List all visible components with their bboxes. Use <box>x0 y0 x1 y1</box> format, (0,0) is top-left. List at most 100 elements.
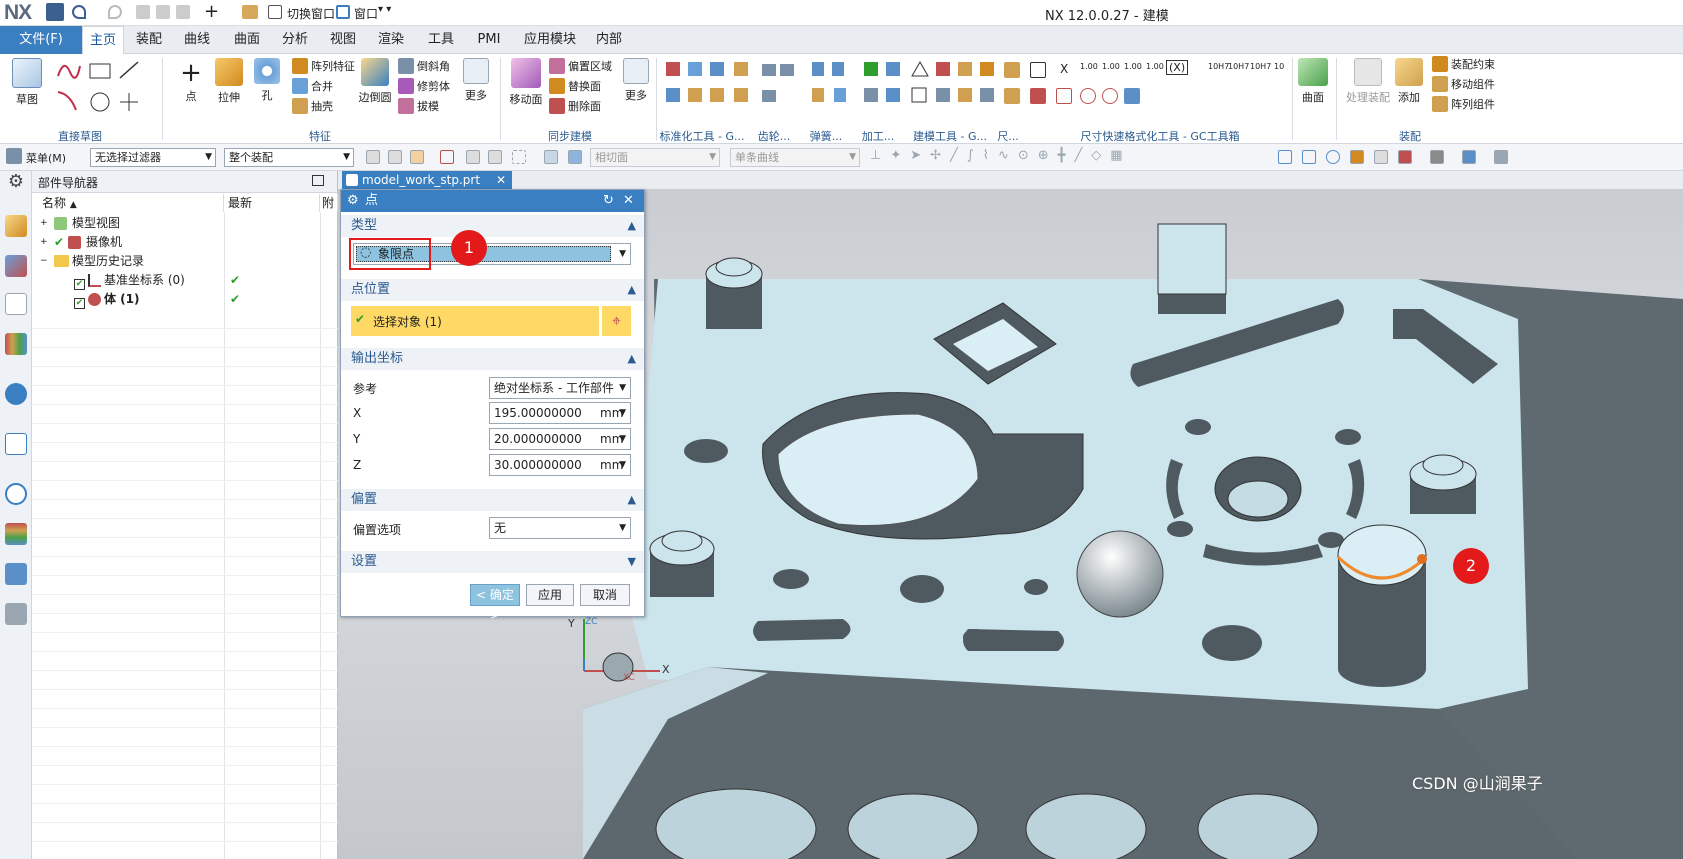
sketch-button[interactable]: 草图 <box>8 58 46 107</box>
save-icon[interactable] <box>46 3 64 21</box>
close-icon[interactable]: ✕ <box>623 190 634 212</box>
view-tool-icon[interactable] <box>1278 150 1292 164</box>
trim-body-button[interactable]: 修剪体 <box>417 78 450 94</box>
add-component-button[interactable]: 添加 <box>1394 58 1424 105</box>
rotate-icon[interactable] <box>1326 150 1340 164</box>
tree-row-datum-csys[interactable]: ✔ 基准坐标系 (0) ✔ <box>32 271 338 290</box>
view-tool-icon[interactable] <box>1302 150 1316 164</box>
tab-analysis[interactable]: 分析 <box>274 26 316 54</box>
gear-icon[interactable]: ⚙ <box>5 171 27 193</box>
replace-face-button[interactable]: 替换面 <box>568 78 601 94</box>
copy-icon[interactable] <box>156 5 170 19</box>
format-button[interactable]: 10H7 <box>1228 62 1249 71</box>
format-button[interactable]: 1.00 <box>1080 62 1098 71</box>
face-rule-select[interactable]: 相切面 ▼ <box>590 148 720 167</box>
z-coordinate-input[interactable]: 30.000000000 mm ▼ <box>489 454 631 476</box>
dim-tool-icon[interactable] <box>1056 88 1072 104</box>
tab-tools[interactable]: 工具 <box>420 26 462 54</box>
file-tab[interactable]: 文件(F) <box>0 26 82 54</box>
column-latest[interactable]: 最新 <box>224 194 320 212</box>
tab-view[interactable]: 视图 <box>322 26 364 54</box>
format-button[interactable]: 10 <box>1274 62 1284 71</box>
document-tab[interactable]: model_work_stp.prt ✕ <box>342 171 512 189</box>
assembly-scope-select[interactable]: 整个装配 ▼ <box>224 148 354 167</box>
visual-report-icon[interactable] <box>5 523 27 545</box>
tree-row-camera[interactable]: + ✔ 摄像机 <box>32 233 338 252</box>
section-point-location[interactable]: 点位置 ▲ <box>341 279 644 301</box>
info-icon[interactable] <box>5 383 27 405</box>
reuse-library-icon[interactable] <box>5 333 27 355</box>
process-assembly-button[interactable]: 处理装配 <box>1342 58 1394 105</box>
snap-point-icons[interactable]: ⊥✦➤✢╱∫⌇∿⊙⊕╋╱◇▦ <box>870 148 1270 168</box>
selection-tool-icon[interactable] <box>366 150 380 164</box>
edge-blend-button[interactable]: 边倒圆 <box>357 58 393 105</box>
assembly-navigator-icon[interactable] <box>5 215 27 237</box>
selection-tool-icon[interactable] <box>568 150 582 164</box>
selection-tool-icon[interactable] <box>466 150 480 164</box>
dim-tool-icon[interactable] <box>1030 62 1046 78</box>
tree-row-model-views[interactable]: + 模型视图 <box>32 214 338 233</box>
selection-tool-icon[interactable] <box>488 150 502 164</box>
format-x-button[interactable]: X <box>1060 62 1068 76</box>
move-component-button[interactable]: 移动组件 <box>1451 76 1495 92</box>
dim-tool-icon[interactable] <box>1080 88 1096 104</box>
tab-assembly[interactable]: 装配 <box>128 26 170 54</box>
offset-region-button[interactable]: 偏置区域 <box>568 58 612 74</box>
more-sync-button[interactable]: 更多 <box>620 58 652 103</box>
selection-tool-icon[interactable] <box>410 150 424 164</box>
tree-row-body[interactable]: ✔ 体 (1) ✔ <box>32 290 338 309</box>
draft-button[interactable]: 拔模 <box>417 98 439 114</box>
chamfer-button[interactable]: 倒斜角 <box>417 58 450 74</box>
selection-tool-icon[interactable] <box>388 150 402 164</box>
redo-icon[interactable] <box>108 5 122 19</box>
history-clock-icon[interactable] <box>5 483 27 505</box>
view-orient-icon[interactable] <box>1462 150 1476 164</box>
format-button[interactable]: 1.00 <box>1102 62 1120 71</box>
curve-rule-select[interactable]: 单条曲线 ▼ <box>730 148 860 167</box>
select-object-row[interactable]: ✔ 选择对象 (1) <box>351 306 599 336</box>
shell-button[interactable]: 抽壳 <box>311 98 333 114</box>
section-offset[interactable]: 偏置 ▲ <box>341 489 644 511</box>
tab-curve[interactable]: 曲线 <box>176 26 218 54</box>
pattern-feature-button[interactable]: 阵列特征 <box>311 58 355 74</box>
hole-button[interactable]: 孔 <box>252 58 282 103</box>
tab-application[interactable]: 应用模块 <box>520 26 580 54</box>
dim-tool-icon[interactable] <box>1004 62 1020 78</box>
unite-button[interactable]: 合并 <box>311 78 333 94</box>
switch-window-icon[interactable] <box>268 5 282 19</box>
sketch-curve-tools[interactable] <box>54 58 154 120</box>
dim-tool-icon[interactable] <box>1030 88 1046 104</box>
x-coordinate-input[interactable]: 195.00000000 mm ▼ <box>489 402 631 424</box>
view-tool-icon[interactable] <box>1374 150 1388 164</box>
format-box-button[interactable]: (X) <box>1166 60 1189 75</box>
move-face-button[interactable]: 移动面 <box>508 58 544 107</box>
window-menu[interactable]: 窗口 <box>354 5 378 22</box>
assembly-constraint-button[interactable]: 装配约束 <box>1451 56 1495 72</box>
gc-toolbox-icons[interactable] <box>662 60 1008 110</box>
more-feature-button[interactable]: 更多 <box>460 58 492 103</box>
plus-icon[interactable]: + <box>204 1 219 22</box>
maximize-icon[interactable] <box>312 175 324 186</box>
format-button[interactable]: 1.00 <box>1124 62 1142 71</box>
part-navigator-icon[interactable] <box>5 293 27 315</box>
selection-tool-icon[interactable] <box>544 150 558 164</box>
tab-render[interactable]: 渲染 <box>370 26 412 54</box>
column-name[interactable]: 名称 ▲ <box>32 194 224 212</box>
section-settings[interactable]: 设置 ▼ <box>341 551 644 573</box>
tree-row-model-history[interactable]: − 模型历史记录 <box>32 252 338 271</box>
section-type[interactable]: 类型 ▲ <box>341 215 644 237</box>
dim-tool-icon[interactable] <box>1004 88 1020 104</box>
chevron-down-icon[interactable]: ▾ ▾ <box>378 4 391 15</box>
reference-select[interactable]: 绝对坐标系 - 工作部件 ▼ <box>489 377 631 399</box>
document-icon[interactable] <box>5 433 27 455</box>
dim-tool-icon[interactable] <box>1124 88 1140 104</box>
format-button[interactable]: 1.00 <box>1146 62 1164 71</box>
ok-button[interactable]: < 确定 > <box>470 584 520 622</box>
switch-window-button[interactable]: 切换窗口 <box>287 5 335 22</box>
view-tool-icon[interactable] <box>1398 150 1412 164</box>
view-tool-icon[interactable] <box>1350 150 1364 164</box>
y-coordinate-input[interactable]: 20.000000000 mm ▼ <box>489 428 631 450</box>
repeat-command-icon[interactable] <box>242 5 258 19</box>
point-button[interactable]: + 点 <box>176 58 206 104</box>
window-icon[interactable] <box>336 5 350 19</box>
